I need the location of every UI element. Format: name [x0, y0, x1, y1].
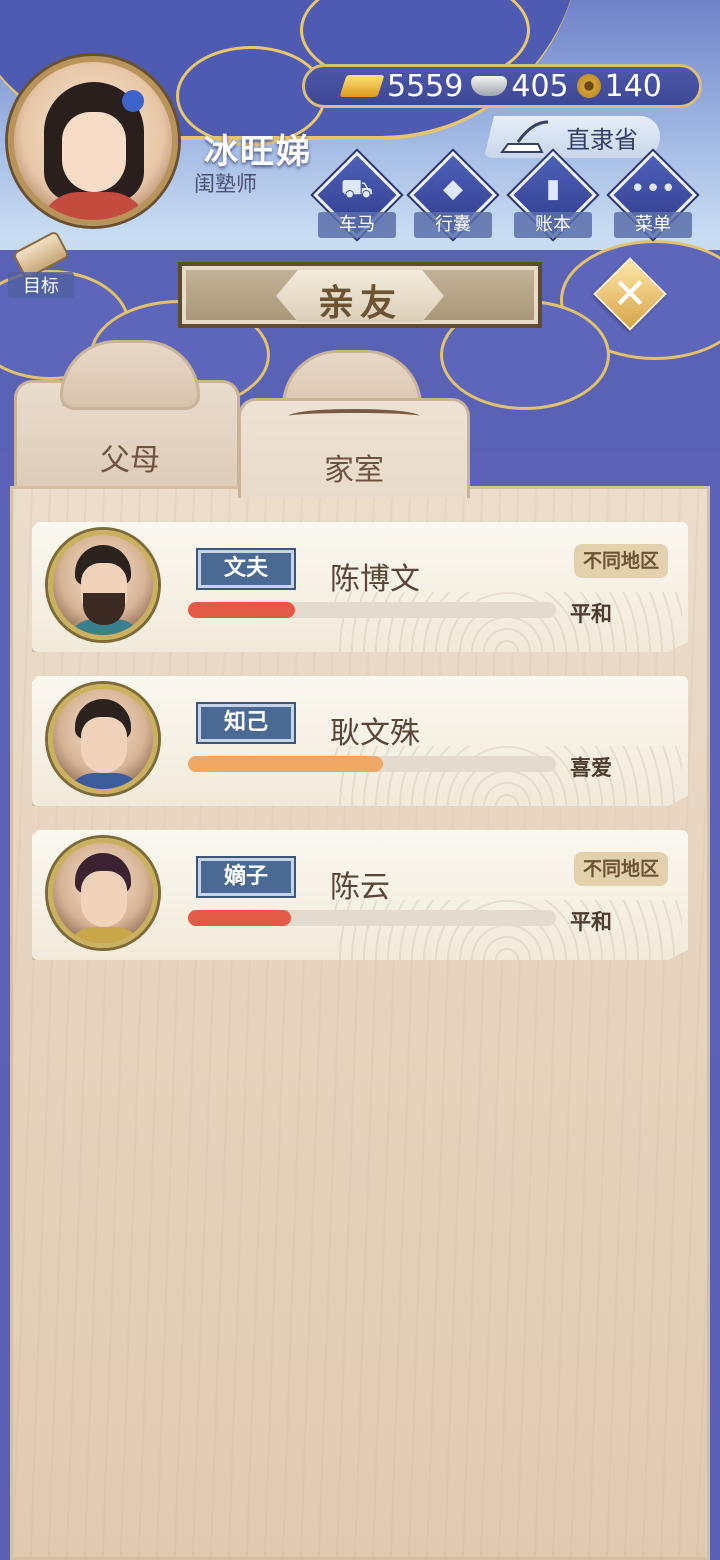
- bundle-icon: ◆: [443, 174, 463, 204]
- affinity-bar: [188, 602, 556, 618]
- player-title: 闺塾师: [194, 172, 257, 196]
- more-icon: •••: [629, 174, 676, 204]
- menu-label: 菜单: [614, 212, 692, 238]
- relative-name: 陈博文: [330, 562, 420, 597]
- inkstone-brush-icon: [500, 120, 549, 153]
- ledger-button[interactable]: ▮ 账本: [509, 151, 597, 242]
- wave-pattern: [332, 746, 682, 806]
- coin-currency: 140: [576, 68, 662, 104]
- gold-ingot-icon: [339, 75, 385, 97]
- mood-label: 平和: [570, 602, 612, 626]
- silver-ingot-icon: [471, 76, 508, 96]
- ledger-icon: ▮: [545, 174, 561, 204]
- region-badge: 不同地区: [574, 544, 668, 578]
- relation-tag: 文夫: [198, 550, 294, 588]
- tab-parents-label: 父母: [100, 443, 160, 478]
- tab-household-label: 家室: [324, 453, 384, 488]
- goal-label: 目标: [8, 272, 74, 298]
- carriage-label: 车马: [318, 212, 396, 238]
- affinity-bar: [188, 910, 556, 926]
- mood-label: 喜爱: [570, 756, 612, 780]
- carriage-icon: ⛟: [340, 174, 374, 204]
- relation-tag: 知己: [198, 704, 294, 742]
- wave-pattern: [332, 592, 682, 652]
- location-label: 直隶省: [566, 126, 638, 154]
- wave-pattern: [332, 900, 682, 960]
- relative-portrait[interactable]: [48, 838, 158, 948]
- bundle-button[interactable]: ◆ 行囊: [409, 151, 497, 242]
- menu-button[interactable]: ••• 菜单: [609, 151, 697, 242]
- hair-flower-icon: [122, 90, 144, 112]
- affinity-bar: [188, 756, 556, 772]
- silver-currency: 405: [471, 68, 569, 104]
- carriage-button[interactable]: ⛟ 车马: [313, 151, 401, 242]
- relative-name: 耿文殊: [330, 716, 420, 751]
- player-name: 冰旺娣: [204, 132, 312, 172]
- gold-currency: 5559: [339, 68, 464, 104]
- goal-button[interactable]: 目标: [8, 230, 74, 298]
- coin-amount: 140: [604, 68, 662, 104]
- bundle-label: 行囊: [414, 212, 492, 238]
- copper-coin-icon: [576, 74, 601, 98]
- affinity-bar-fill: [188, 602, 295, 618]
- page-title: 亲友: [317, 283, 402, 324]
- affinity-bar-fill: [188, 756, 384, 772]
- close-icon[interactable]: ✕: [604, 266, 656, 322]
- relative-portrait[interactable]: [48, 530, 158, 640]
- silver-amount: 405: [511, 68, 569, 104]
- relation-tag: 嫡子: [198, 858, 294, 896]
- gold-amount: 5559: [387, 68, 464, 104]
- mood-label: 平和: [570, 910, 612, 934]
- region-badge: 不同地区: [574, 852, 668, 886]
- player-avatar[interactable]: [8, 56, 178, 226]
- currency-bar: 5559 405 140: [302, 64, 702, 108]
- relative-name: 陈云: [330, 870, 390, 905]
- tab-household[interactable]: 家室: [238, 398, 470, 498]
- ledger-label: 账本: [514, 212, 592, 238]
- relative-portrait[interactable]: [48, 684, 158, 794]
- affinity-bar-fill: [188, 910, 292, 926]
